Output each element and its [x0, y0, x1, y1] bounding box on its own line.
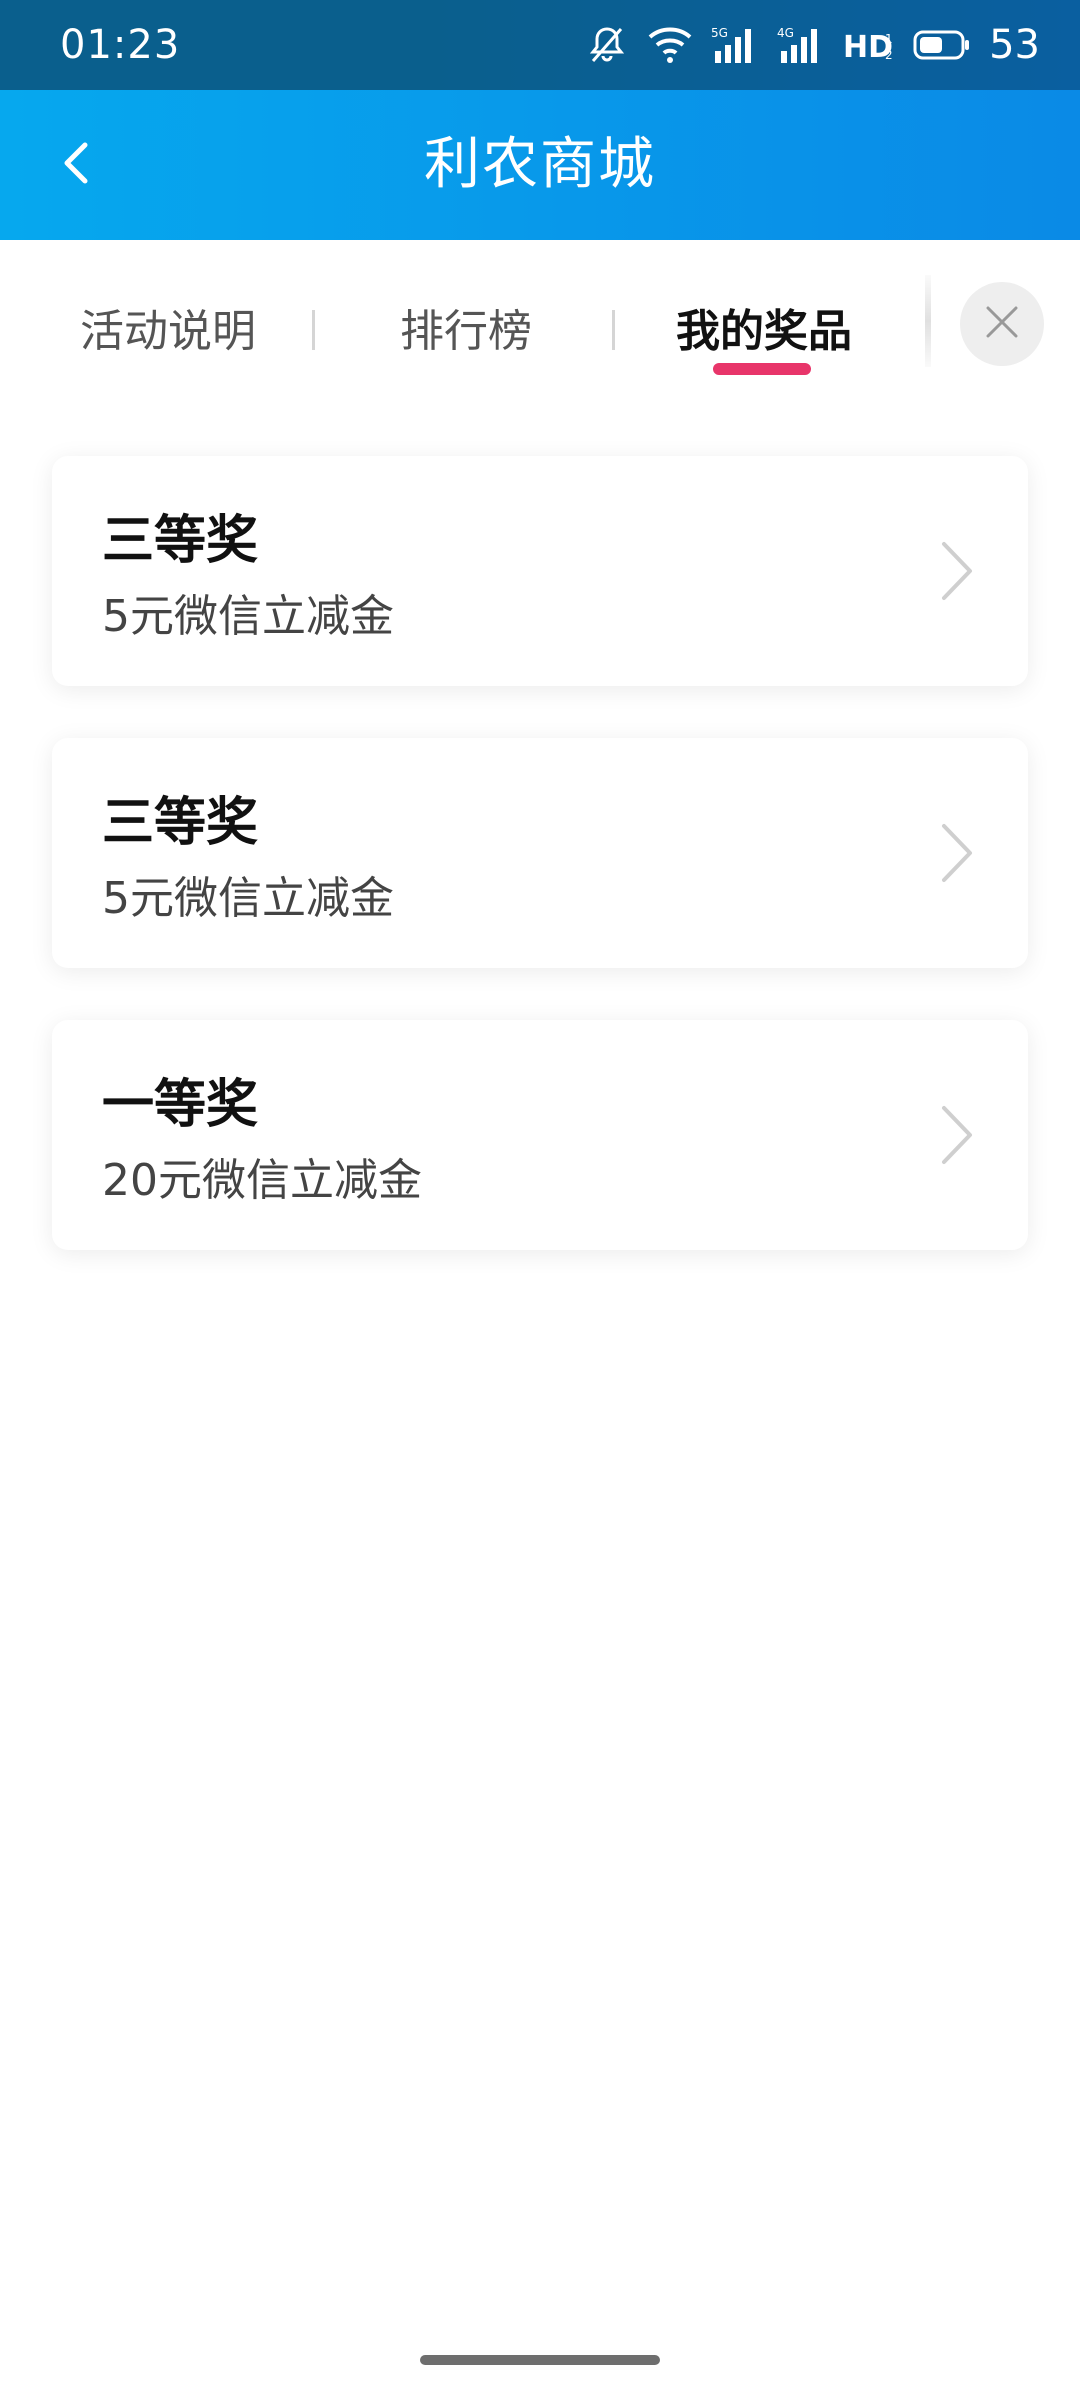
app-bar: 利农商城	[0, 90, 1080, 240]
hd-icon: HD 1 2	[843, 25, 895, 65]
prize-card[interactable]: 三等奖 5元微信立减金	[52, 738, 1028, 968]
chevron-left-icon	[57, 139, 93, 191]
prize-card[interactable]: 一等奖 20元微信立减金	[52, 1020, 1028, 1250]
status-icons: 5G 4G HD 1 2 53	[585, 18, 1040, 72]
prize-level: 一等奖	[102, 1075, 259, 1135]
battery-icon	[913, 28, 971, 62]
status-bar: 01:23 5G 4G HD 1 2 53	[0, 0, 1080, 90]
page-title: 利农商城	[424, 132, 656, 197]
battery-level: 53	[989, 22, 1040, 68]
active-tab-indicator	[713, 363, 811, 375]
prize-description: 20元微信立减金	[102, 1155, 422, 1206]
tab-scroll-divider	[925, 275, 931, 367]
close-button[interactable]	[960, 282, 1044, 366]
prize-description: 5元微信立减金	[102, 591, 394, 642]
tab-divider	[312, 310, 315, 350]
prize-description: 5元微信立减金	[102, 873, 394, 924]
tab-activity-description[interactable]: 活动说明	[80, 292, 256, 372]
tab-my-prizes[interactable]: 我的奖品	[676, 292, 852, 372]
close-icon	[982, 302, 1022, 346]
prize-level: 三等奖	[102, 793, 259, 853]
svg-text:4G: 4G	[777, 26, 794, 40]
signal-5g-icon: 5G	[711, 25, 759, 65]
back-button[interactable]	[40, 130, 110, 200]
svg-text:2: 2	[885, 48, 893, 62]
wifi-icon	[647, 25, 693, 65]
prize-card[interactable]: 三等奖 5元微信立减金	[52, 456, 1028, 686]
status-time: 01:23	[60, 22, 181, 68]
mute-icon	[585, 23, 629, 67]
chevron-right-icon	[936, 1102, 976, 1168]
tab-bar: 活动说明 排行榜 我的奖品	[0, 240, 1080, 410]
signal-4g-icon: 4G	[777, 25, 825, 65]
tab-leaderboard[interactable]: 排行榜	[400, 292, 532, 372]
prize-level: 三等奖	[102, 511, 259, 571]
chevron-right-icon	[936, 538, 976, 604]
tab-divider	[612, 310, 615, 350]
chevron-right-icon	[936, 820, 976, 886]
home-indicator[interactable]	[420, 2355, 660, 2365]
svg-text:1: 1	[885, 32, 893, 46]
svg-text:5G: 5G	[711, 26, 728, 40]
